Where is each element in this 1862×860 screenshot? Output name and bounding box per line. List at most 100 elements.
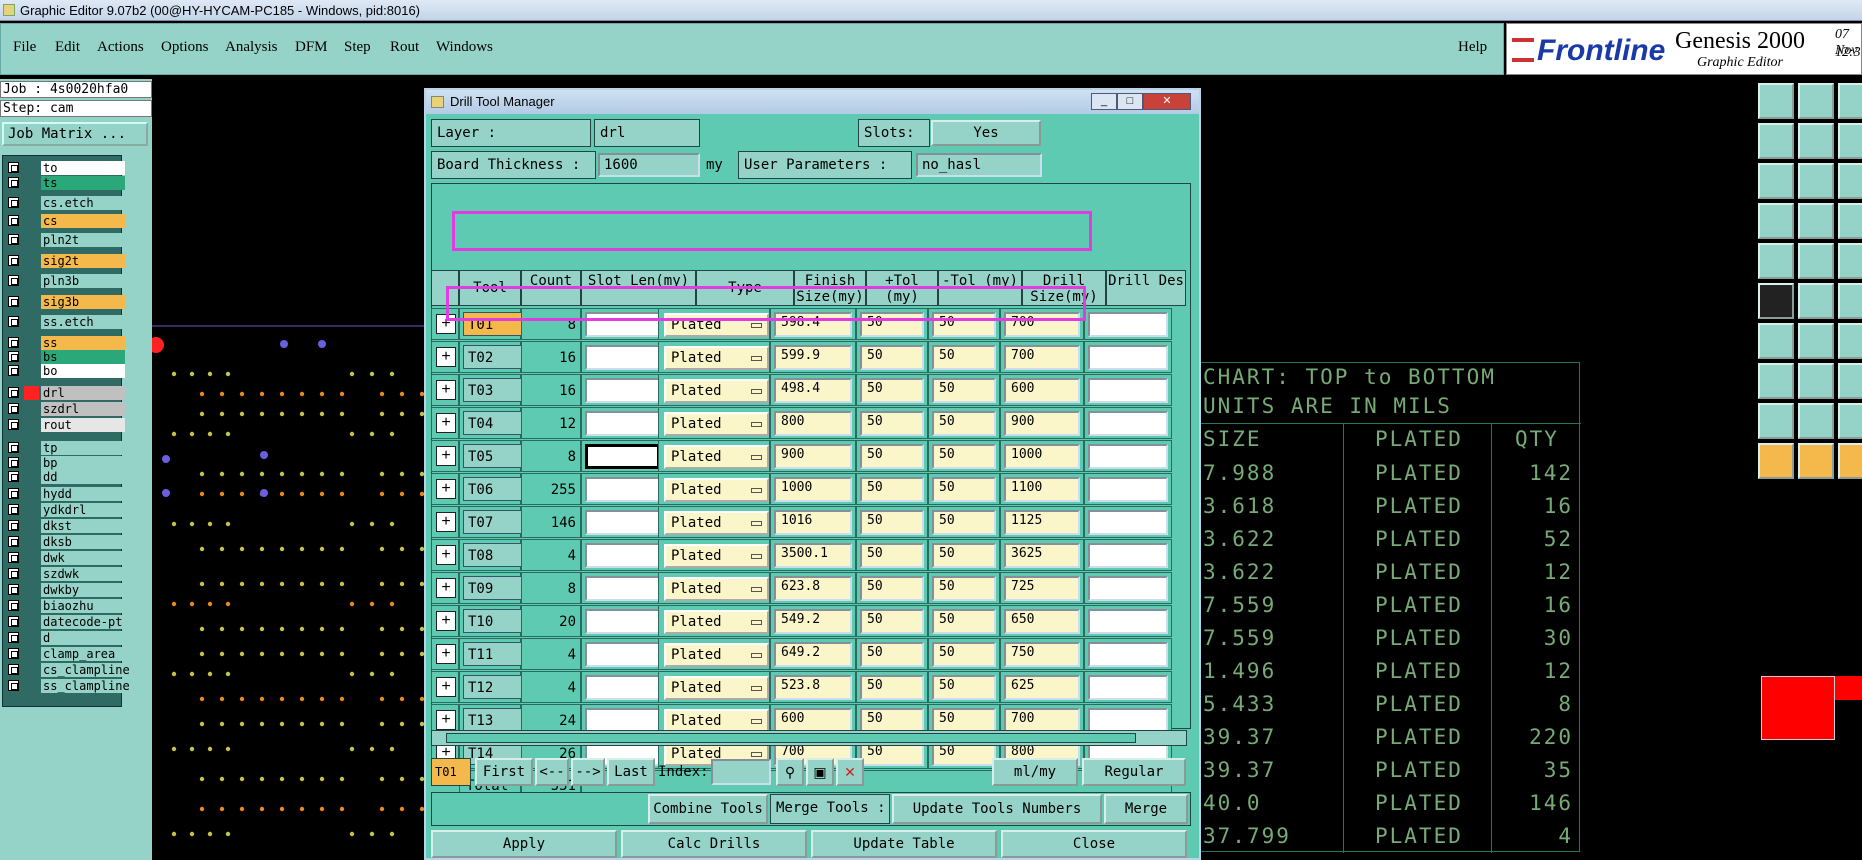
- plus-tol-input[interactable]: 50: [860, 378, 924, 403]
- expand-icon[interactable]: +: [436, 380, 456, 400]
- cross-icon[interactable]: [1798, 283, 1834, 319]
- layer-color-swatch[interactable]: [24, 402, 39, 416]
- layer-name[interactable]: ss: [41, 336, 125, 350]
- layer-name[interactable]: ss_clampline: [41, 679, 130, 693]
- layer-name[interactable]: biaozhu: [41, 599, 125, 613]
- type-dropdown[interactable]: Plated: [664, 346, 769, 370]
- drill-size-input[interactable]: 725: [1004, 576, 1080, 601]
- point-icon[interactable]: [1758, 363, 1794, 399]
- layer-color-swatch[interactable]: [24, 567, 39, 581]
- layer-color-swatch[interactable]: [24, 615, 39, 629]
- layer-row[interactable]: ts: [6, 176, 125, 190]
- layer-color-swatch[interactable]: [24, 583, 39, 597]
- zoom-left-icon[interactable]: [1758, 123, 1794, 159]
- layer-row[interactable]: bp: [6, 456, 125, 470]
- layer-name[interactable]: datecode-pt: [41, 615, 125, 629]
- layer-color-swatch[interactable]: [24, 441, 39, 455]
- layer-color-swatch[interactable]: [24, 196, 39, 210]
- layer-checkbox[interactable]: [8, 197, 19, 208]
- layer-color-swatch[interactable]: [24, 503, 39, 517]
- layer-name[interactable]: cs: [41, 214, 125, 228]
- slot-len-input[interactable]: [585, 477, 660, 502]
- layer-checkbox[interactable]: [8, 296, 19, 307]
- rotate-icon[interactable]: [1838, 283, 1862, 319]
- layer-row[interactable]: szdwk: [6, 567, 125, 581]
- filter-icon[interactable]: ▣: [806, 758, 834, 786]
- fit-icon[interactable]: [1758, 163, 1794, 199]
- network-icon[interactable]: [1758, 283, 1794, 319]
- type-dropdown[interactable]: Plated: [664, 610, 769, 634]
- layer-row[interactable]: hydd: [6, 487, 125, 501]
- layer-checkbox[interactable]: [8, 403, 19, 414]
- type-dropdown[interactable]: Plated: [664, 445, 769, 469]
- plus-tol-input[interactable]: 50: [860, 609, 924, 634]
- layer-color-swatch[interactable]: [24, 535, 39, 549]
- drill-des-input[interactable]: [1088, 345, 1168, 370]
- layer-color-swatch[interactable]: [24, 161, 39, 175]
- layer-checkbox[interactable]: [8, 162, 19, 173]
- layer-color-swatch[interactable]: [24, 214, 39, 228]
- drill-des-input[interactable]: [1088, 378, 1168, 403]
- type-dropdown[interactable]: Plated: [664, 511, 769, 535]
- layer-checkbox[interactable]: [8, 351, 19, 362]
- layer-color-swatch[interactable]: [24, 254, 39, 268]
- tool-label[interactable]: T07: [463, 510, 525, 534]
- layer-row[interactable]: ss.etch: [6, 315, 125, 329]
- minus-tol-input[interactable]: 50: [932, 411, 996, 436]
- slot-len-input[interactable]: [585, 345, 660, 370]
- menu-analysis[interactable]: Analysis: [225, 39, 278, 56]
- zoom-home-icon[interactable]: [1758, 83, 1794, 119]
- minus-tol-input[interactable]: 50: [932, 510, 996, 535]
- menu-step[interactable]: Step: [344, 39, 371, 56]
- combine-tools-button[interactable]: Combine Tools: [648, 794, 768, 824]
- move-icon[interactable]: [1838, 323, 1862, 359]
- slot-len-input[interactable]: [585, 576, 660, 601]
- slot-len-input[interactable]: [585, 675, 660, 700]
- minus-tol-input[interactable]: 50: [932, 609, 996, 634]
- align-icon[interactable]: [1838, 363, 1862, 399]
- layer-checkbox[interactable]: [8, 234, 19, 245]
- select-icon[interactable]: [1758, 443, 1794, 479]
- drill-des-input[interactable]: [1088, 642, 1168, 667]
- triangle-icon[interactable]: [1758, 403, 1794, 439]
- type-dropdown[interactable]: Plated: [664, 676, 769, 700]
- merge-option-dropdown[interactable]: Update Tools Numbers: [892, 794, 1102, 824]
- type-dropdown[interactable]: Plated: [664, 643, 769, 667]
- thickness-input[interactable]: 1600: [598, 153, 700, 177]
- layer-checkbox[interactable]: [8, 616, 19, 627]
- expand-icon[interactable]: +: [436, 644, 456, 664]
- layer-color-swatch[interactable]: [24, 599, 39, 613]
- dash-icon[interactable]: [1798, 363, 1834, 399]
- layer-name[interactable]: dd: [41, 470, 125, 484]
- layer-color-swatch[interactable]: [24, 456, 39, 470]
- layer-name[interactable]: drl: [41, 386, 125, 400]
- finish-size-input[interactable]: 1016: [774, 510, 852, 535]
- menu-dfm[interactable]: DFM: [295, 39, 328, 56]
- drill-des-input[interactable]: [1088, 312, 1168, 337]
- plus-tol-input[interactable]: 50: [860, 576, 924, 601]
- layer-name[interactable]: ss.etch: [41, 315, 125, 329]
- index-input[interactable]: [711, 759, 771, 785]
- layer-color-swatch[interactable]: [24, 519, 39, 533]
- minus-tol-input[interactable]: 50: [932, 543, 996, 568]
- finish-size-input[interactable]: 800: [774, 411, 852, 436]
- layer-checkbox[interactable]: [8, 365, 19, 376]
- layer-checkbox[interactable]: [8, 215, 19, 226]
- layer-color-swatch[interactable]: [24, 336, 39, 350]
- layer-color-swatch[interactable]: [24, 176, 39, 190]
- mode-dropdown[interactable]: Regular: [1082, 758, 1186, 786]
- layer-name[interactable]: tp: [41, 441, 125, 455]
- layer-name[interactable]: szdwk: [41, 567, 125, 581]
- finish-size-input[interactable]: 498.4: [774, 378, 852, 403]
- units-dropdown[interactable]: ml/my: [992, 758, 1078, 786]
- layer-checkbox[interactable]: [8, 552, 19, 563]
- minus-tol-input[interactable]: 50: [932, 642, 996, 667]
- layer-checkbox[interactable]: [8, 568, 19, 579]
- scrollbar-thumb[interactable]: [446, 733, 1136, 743]
- minus-tol-input[interactable]: 50: [932, 477, 996, 502]
- layer-row[interactable]: datecode-pt: [6, 615, 125, 629]
- minus-tol-input[interactable]: 50: [932, 576, 996, 601]
- drill-des-input[interactable]: [1088, 510, 1168, 535]
- layer-row[interactable]: to: [6, 161, 125, 175]
- layer-checkbox[interactable]: [8, 680, 19, 691]
